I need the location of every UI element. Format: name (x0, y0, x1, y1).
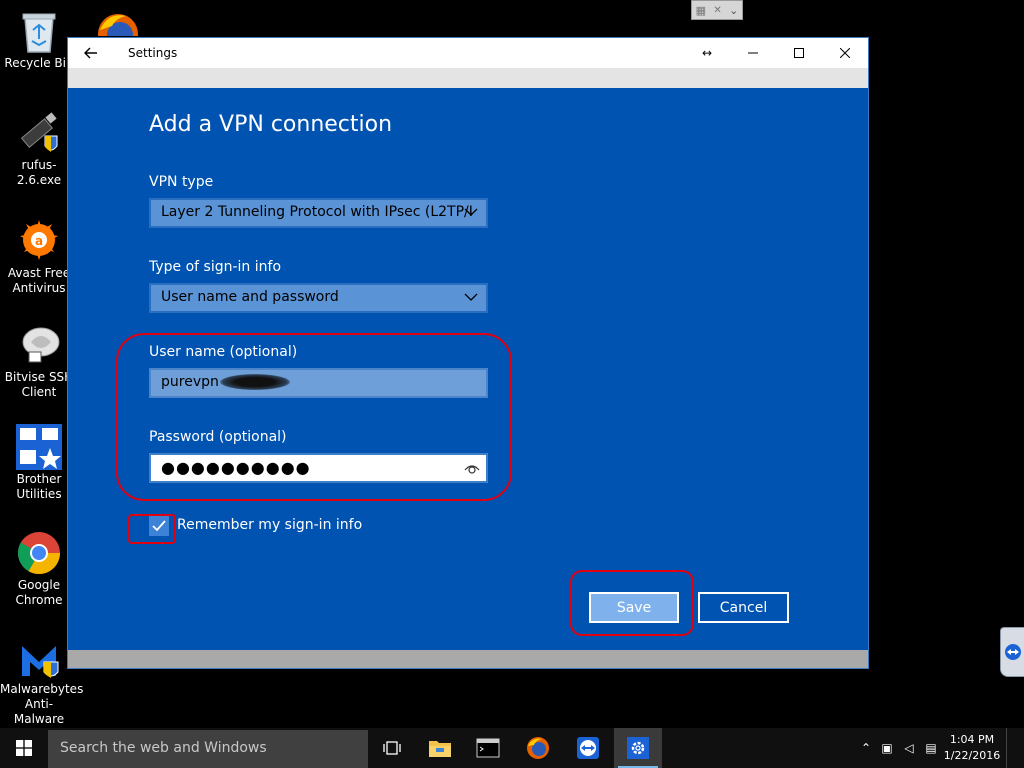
brother-utilities-icon (16, 424, 62, 470)
firefox-icon (527, 737, 549, 759)
save-button[interactable]: Save (589, 592, 679, 623)
window-controls: ↔ (684, 38, 868, 68)
username-value: purevpn (161, 374, 219, 390)
chevron-down-icon (464, 208, 478, 216)
remember-signin-label: Remember my sign-in info (177, 517, 363, 533)
window-title: Settings (128, 46, 178, 60)
maximize-button[interactable] (776, 38, 822, 68)
chevron-down-icon (464, 293, 478, 301)
bitvise-icon (22, 327, 60, 363)
avast-icon: a (20, 220, 58, 260)
back-button[interactable] (68, 38, 114, 68)
minimize-button[interactable] (730, 38, 776, 68)
chevron-up-icon[interactable]: ⌃ (856, 741, 876, 755)
resize-arrows-icon: ↔ (701, 46, 713, 60)
redaction-scribble (220, 374, 290, 390)
taskbar-settings[interactable] (614, 728, 662, 768)
username-input[interactable]: purevpn (149, 368, 488, 398)
taskbar-clock[interactable]: 1:04 PM 1/22/2016 (942, 732, 1002, 764)
top-toolbar-strip: ▦ ✕ ⌄ (691, 0, 743, 20)
volume-icon[interactable]: ◁ (898, 741, 920, 755)
password-input[interactable]: ●●●●●●●●●● (149, 453, 488, 483)
taskbar: Search the web and Windows ⌃ ▣ ◁ ▤ 1:04 … (0, 728, 1024, 768)
taskbar-file-explorer[interactable] (416, 728, 464, 768)
system-tray: ⌃ ▣ ◁ ▤ (856, 728, 942, 768)
task-view-icon (383, 741, 401, 755)
desktop-icon-firefox-partial[interactable] (78, 8, 158, 38)
show-desktop-button[interactable] (1006, 728, 1024, 768)
window-titlebar: Settings ↔ (68, 38, 868, 68)
close-x-icon[interactable]: ✕ (713, 5, 721, 16)
tablet-mode-button[interactable]: ↔ (684, 38, 730, 68)
taskbar-teamviewer[interactable] (564, 728, 612, 768)
start-button[interactable] (0, 728, 48, 768)
chevron-down-icon[interactable]: ⌄ (729, 4, 738, 17)
reveal-password-eye-icon[interactable] (464, 461, 480, 475)
chrome-icon (17, 532, 61, 575)
signin-type-label: Type of sign-in info (149, 259, 282, 275)
clock-date: 1/22/2016 (943, 749, 1001, 762)
firefox-icon (98, 14, 138, 36)
minimize-icon (748, 52, 758, 54)
vpn-type-dropdown[interactable]: Layer 2 Tunneling Protocol with IPsec (L… (149, 198, 488, 228)
network-icon[interactable]: ▣ (876, 741, 898, 755)
password-value: ●●●●●●●●●● (161, 458, 311, 477)
vpn-type-label: VPN type (149, 174, 214, 190)
teamviewer-icon (1005, 644, 1021, 660)
dialog-bottom-strip (68, 650, 868, 668)
search-placeholder: Search the web and Windows (60, 740, 267, 756)
settings-header-behind (68, 68, 868, 88)
password-label: Password (optional) (149, 429, 287, 445)
clock-time: 1:04 PM (949, 733, 995, 746)
add-vpn-dialog: Add a VPN connection VPN type Layer 2 Tu… (68, 88, 868, 650)
keyboard-icon[interactable]: ▤ (920, 741, 942, 755)
taskbar-command-prompt[interactable] (464, 728, 512, 768)
recycle-bin-icon (22, 13, 56, 53)
usb-drive-icon (20, 112, 58, 152)
teamviewer-side-tab[interactable] (1000, 627, 1024, 677)
terminal-icon (476, 738, 500, 758)
username-label: User name (optional) (149, 344, 298, 360)
desktop-icon-label: Malwarebytes Anti-Malware (0, 682, 84, 726)
vpn-type-value: Layer 2 Tunneling Protocol with IPsec (L… (161, 204, 473, 220)
cancel-button[interactable]: Cancel (698, 592, 789, 623)
back-arrow-icon (84, 47, 97, 59)
maximize-icon (794, 48, 804, 58)
windows-logo-icon (16, 740, 32, 756)
close-icon (840, 48, 850, 58)
svg-text:a: a (35, 234, 43, 248)
signin-type-value: User name and password (161, 289, 339, 305)
taskbar-search-box[interactable]: Search the web and Windows (48, 730, 368, 768)
folder-icon (429, 741, 451, 757)
close-button[interactable] (822, 38, 868, 68)
remember-signin-checkbox[interactable] (149, 516, 169, 536)
signin-type-dropdown[interactable]: User name and password (149, 283, 488, 313)
teamviewer-icon (577, 737, 599, 759)
taskbar-firefox[interactable] (514, 728, 562, 768)
gear-icon (627, 737, 649, 759)
malwarebytes-icon (22, 646, 59, 678)
settings-window: Settings ↔ Add a VPN connection VPN type… (67, 37, 869, 669)
grid-icon[interactable]: ▦ (696, 4, 706, 17)
task-view-button[interactable] (368, 728, 416, 768)
dialog-title: Add a VPN connection (149, 112, 393, 137)
checkmark-icon (152, 520, 166, 532)
